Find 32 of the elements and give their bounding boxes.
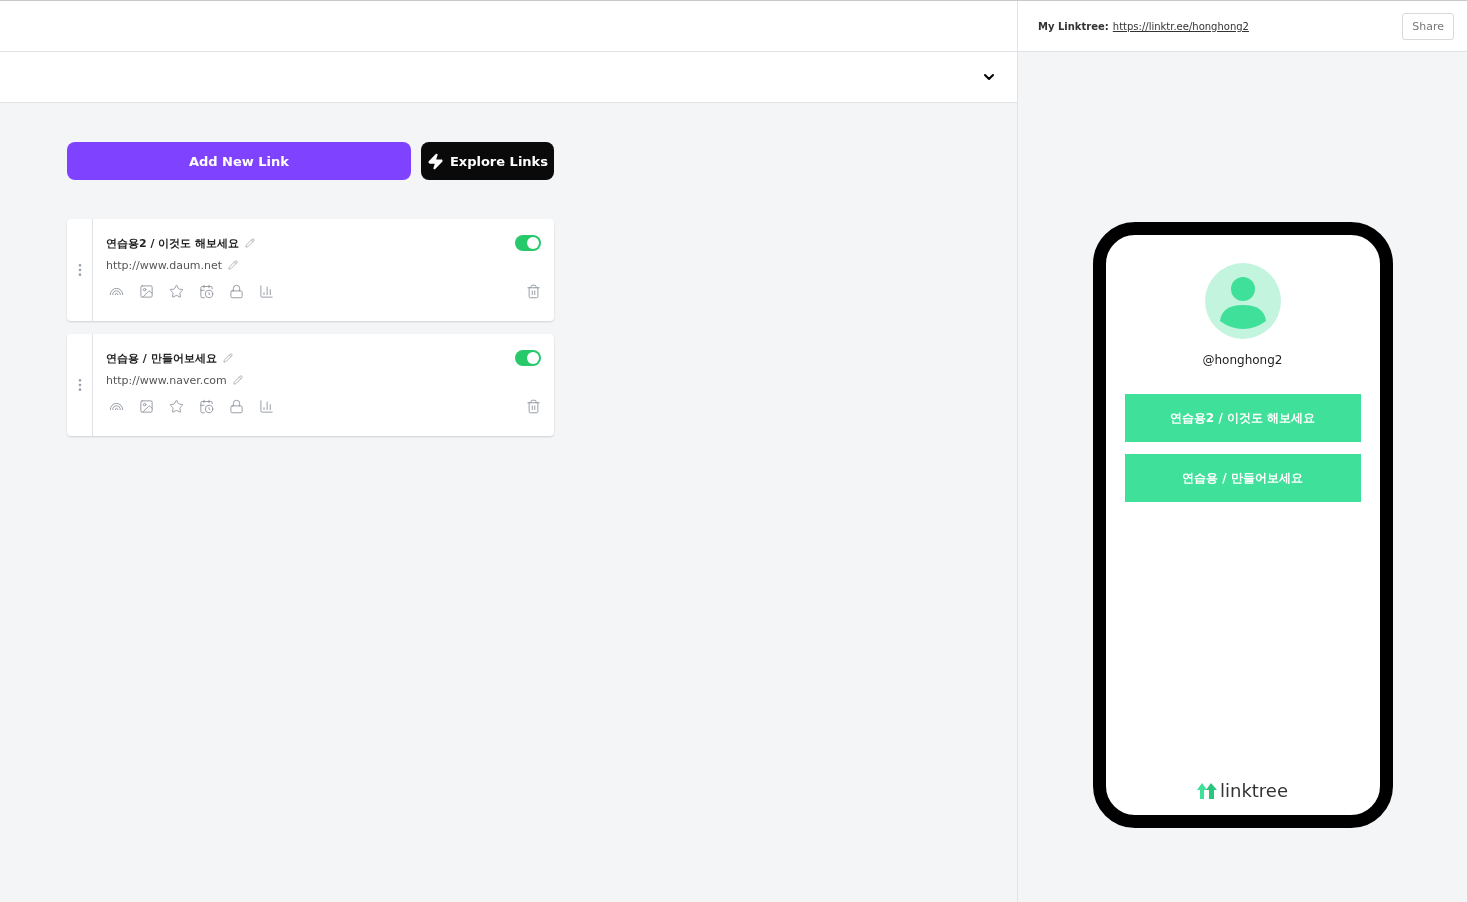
calendar-clock-icon[interactable]	[199, 284, 214, 299]
linktree-url-link[interactable]: https://linktr.ee/honghong2	[1112, 20, 1249, 32]
edit-icon[interactable]	[245, 238, 256, 248]
lightning-icon	[426, 152, 444, 170]
bar-chart-icon[interactable]	[259, 399, 274, 414]
edit-icon[interactable]	[222, 353, 233, 363]
lock-icon[interactable]	[229, 399, 244, 414]
toggle-switch[interactable]	[515, 350, 541, 366]
explore-links-button[interactable]: Explore Links	[420, 142, 554, 180]
star-icon[interactable]	[169, 399, 184, 414]
edit-icon[interactable]	[228, 260, 239, 270]
image-icon[interactable]	[139, 284, 154, 299]
brand-name: linktree	[1219, 780, 1288, 801]
link-url: http://www.daum.net	[106, 258, 223, 272]
username: @honghong2	[1202, 353, 1283, 367]
toggle-switch[interactable]	[515, 235, 541, 251]
linktree-logo-icon	[1196, 782, 1217, 799]
edit-icon[interactable]	[232, 375, 243, 385]
avatar-icon	[1204, 263, 1281, 339]
link-url: http://www.naver.com	[106, 373, 227, 387]
star-icon[interactable]	[169, 284, 184, 299]
linktree-label: My Linktree:	[1038, 20, 1109, 32]
trash-icon[interactable]	[526, 399, 541, 414]
link-title: 연습용2 / 이것도 해보세요	[106, 235, 240, 251]
link-title: 연습용 / 만들어보세요	[106, 350, 217, 366]
calendar-clock-icon[interactable]	[199, 399, 214, 414]
trash-icon[interactable]	[526, 284, 541, 299]
bar-chart-icon[interactable]	[259, 284, 274, 299]
share-button[interactable]: Share	[1402, 12, 1454, 40]
add-new-link-button[interactable]: Add New Link	[67, 142, 411, 180]
lock-icon[interactable]	[229, 284, 244, 299]
image-icon[interactable]	[139, 399, 154, 414]
